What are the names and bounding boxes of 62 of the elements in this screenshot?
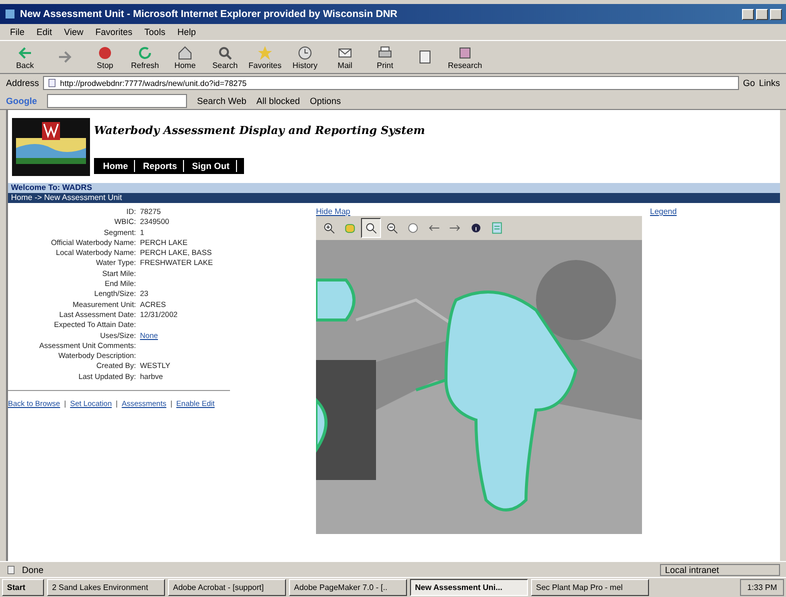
start-button[interactable]: Start: [2, 579, 44, 596]
search-icon: [216, 44, 234, 60]
mail-button[interactable]: Mail: [328, 44, 362, 70]
breadcrumb-bar: Home -> New Assessment Unit: [8, 193, 780, 203]
google-logo: Google: [6, 96, 37, 106]
address-field[interactable]: http://prodwebdnr:7777/wadrs/new/unit.do?id=78275: [43, 76, 739, 90]
stop-icon: [96, 44, 114, 60]
search-field[interactable]: [47, 94, 187, 108]
info-icon: [469, 221, 483, 235]
maximize-button[interactable]: [756, 8, 768, 20]
home-button[interactable]: Home: [168, 44, 202, 70]
favorites-button[interactable]: Favorites: [248, 44, 282, 70]
address-label: Address: [6, 78, 40, 88]
status-text: Done: [22, 564, 45, 574]
options-button[interactable]: Options: [310, 96, 341, 106]
search-web-button[interactable]: Search Web: [197, 96, 246, 106]
print-button[interactable]: Print: [368, 44, 402, 70]
menu-item[interactable]: File: [10, 27, 25, 37]
history-button[interactable]: History: [288, 44, 322, 70]
research-button[interactable]: Research: [448, 44, 482, 70]
taskbar-button[interactable]: 2 Sand Lakes Environment: [47, 579, 165, 596]
taskbar-button[interactable]: New Assessment Uni...: [410, 579, 528, 596]
refresh-button[interactable]: Refresh: [128, 44, 162, 70]
clock: 1:33 PM: [740, 579, 784, 596]
go-button[interactable]: Go: [742, 78, 755, 88]
menu-item[interactable]: Favorites: [95, 27, 132, 37]
close-button[interactable]: [770, 8, 782, 20]
taskbar-button[interactable]: Adobe PageMaker 7.0 - [..: [289, 579, 407, 596]
back-button[interactable]: Back: [8, 44, 42, 70]
menu-item[interactable]: Edit: [36, 27, 52, 37]
app-icon: [4, 8, 16, 20]
forward-arrow-icon: [56, 49, 74, 65]
back-arrow-icon: [16, 44, 34, 60]
refresh-icon: [136, 44, 154, 60]
stop-button[interactable]: Stop: [88, 44, 122, 70]
hide-map-link[interactable]: Hide Map: [316, 207, 350, 216]
zoom-in-icon: [322, 221, 336, 235]
window-title: New Assessment Unit - Microsoft Internet Explorer provided by Wisconsin DNR: [20, 8, 398, 20]
search-button[interactable]: Search: [208, 44, 242, 70]
legend-link[interactable]: Legend: [650, 207, 677, 534]
home-icon: [176, 44, 194, 60]
star-icon: [256, 44, 274, 60]
menu-item[interactable]: Help: [177, 27, 196, 37]
menu-item[interactable]: View: [64, 27, 84, 37]
links-button[interactable]: Links: [758, 78, 780, 88]
page-icon: [47, 78, 58, 88]
popup-blocker-button[interactable]: All blocked: [256, 96, 300, 106]
url-text: http://prodwebdnr:7777/wadrs/new/unit.do?id=78275: [60, 78, 247, 88]
zoom-icon: [364, 221, 378, 235]
layers-icon: [490, 221, 504, 235]
minimize-button[interactable]: [742, 8, 754, 20]
taskbar-button[interactable]: Adobe Acrobat - [support]: [168, 579, 286, 596]
menu-item[interactable]: Tools: [144, 27, 166, 37]
zoom-tool[interactable]: [361, 218, 381, 238]
site-title: Waterbody Assessment Display and Reporting System: [94, 124, 425, 137]
clock-icon: [296, 44, 314, 60]
taskbar-button[interactable]: Sec Plant Map Pro - mel: [531, 579, 649, 596]
page-icon: [6, 564, 16, 574]
welcome-bar: Welcome To: WADRS: [8, 183, 780, 193]
zoom-out-icon: [385, 221, 399, 235]
printer-icon: [376, 44, 394, 60]
security-zone: Local intranet: [660, 564, 780, 576]
